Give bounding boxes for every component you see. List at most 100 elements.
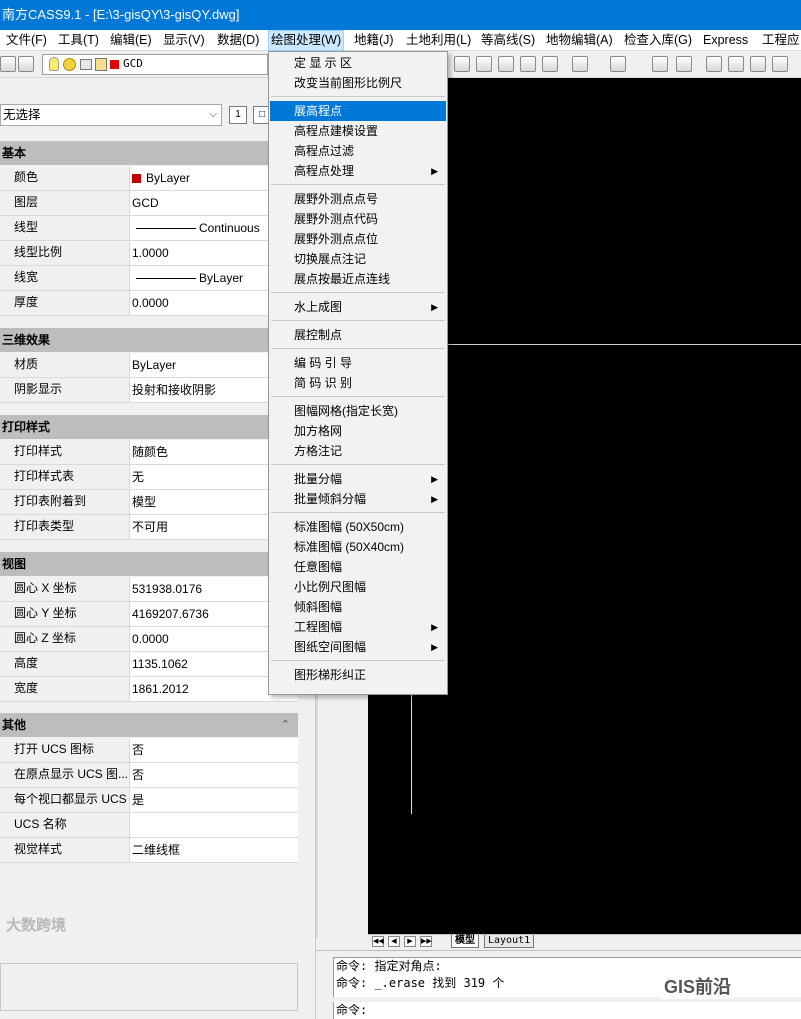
prop-row[interactable]: 高度 1135.1062	[0, 652, 298, 677]
pencil-icon[interactable]	[706, 56, 722, 72]
menu-item[interactable]: 高程点过滤	[270, 141, 446, 161]
menu-item[interactable]: 倾斜图幅	[270, 597, 446, 617]
prop-value[interactable]: 二维线框	[130, 838, 298, 863]
menu-engineering[interactable]: 工程应	[760, 30, 801, 51]
prop-row[interactable]: 打开 UCS 图标否	[0, 738, 298, 763]
menu-cadastre[interactable]: 地籍(J)	[352, 30, 396, 51]
layer-dropdown[interactable]: GCD	[42, 54, 268, 75]
prop-row[interactable]: 厚度 0.0000	[0, 291, 298, 316]
menu-item[interactable]: 标准图幅 (50X40cm)	[270, 537, 446, 557]
menu-contour[interactable]: 等高线(S)	[479, 30, 537, 51]
menu-item[interactable]: 展野外测点点号	[270, 189, 446, 209]
prop-row[interactable]: 图层 GCD	[0, 191, 298, 216]
prop-row[interactable]: 打印表附着到 模型	[0, 490, 298, 515]
layer-manager-icon[interactable]	[0, 56, 16, 72]
menu-item[interactable]: 标准图幅 (50X50cm)	[270, 517, 446, 537]
break-icon[interactable]	[772, 56, 788, 72]
menu-tools[interactable]: 工具(T)	[56, 30, 101, 51]
layer-previous-icon[interactable]	[18, 56, 34, 72]
prop-row[interactable]: 宽度 1861.2012	[0, 677, 298, 702]
menu-item[interactable]: 工程图幅 ▶	[270, 617, 446, 637]
next-tab-icon[interactable]: ▶	[404, 936, 416, 947]
menu-check-import[interactable]: 检查入库(G)	[622, 30, 694, 51]
prop-row[interactable]: 阴影显示 投射和接收阴影	[0, 378, 298, 403]
command-input[interactable]: 命令:	[333, 1002, 801, 1019]
section-other[interactable]: 其他 ⌃	[0, 713, 298, 737]
menu-item[interactable]: 图纸空间图幅 ▶	[270, 637, 446, 657]
prop-value[interactable]: 否	[130, 738, 298, 763]
undo-icon[interactable]	[572, 56, 588, 72]
prop-row[interactable]: 圆心 Y 坐标 4169207.6736	[0, 602, 298, 627]
prop-row[interactable]: 视觉样式 二维线框	[0, 838, 298, 863]
menu-item[interactable]: 水上成图 ▶	[270, 297, 446, 317]
menu-land-use[interactable]: 土地利用(L)	[404, 30, 473, 51]
menu-item[interactable]: 展高程点	[270, 101, 446, 121]
prop-value-text: Continuous	[199, 221, 260, 235]
prev-tab-icon[interactable]: ◀	[388, 936, 400, 947]
menu-data[interactable]: 数据(D)	[215, 30, 261, 51]
rotate-icon[interactable]	[750, 56, 766, 72]
prop-row[interactable]: 打印样式表无	[0, 465, 298, 490]
menu-item[interactable]: 图幅网格(指定长宽)	[270, 401, 446, 421]
prop-row[interactable]: 圆心 X 坐标 531938.0176	[0, 577, 298, 602]
section-3d-effects[interactable]: 三维效果	[0, 328, 298, 352]
zoom-extents-icon[interactable]	[520, 56, 536, 72]
menu-item[interactable]: 展控制点	[270, 325, 446, 345]
prop-row[interactable]: 圆心 Z 坐标 0.0000	[0, 627, 298, 652]
prop-row[interactable]: 打印样式 随颜色	[0, 440, 298, 465]
menu-file[interactable]: 文件(F)	[4, 30, 49, 51]
menu-item[interactable]: 编 码 引 导	[270, 353, 446, 373]
prop-row[interactable]: 材质 ByLayer	[0, 353, 298, 378]
redo-icon[interactable]	[610, 56, 626, 72]
menu-item[interactable]: 方格注记	[270, 441, 446, 461]
menu-item[interactable]: 切换展点注记	[270, 249, 446, 269]
menu-item[interactable]: 批量分幅 ▶	[270, 469, 446, 489]
menu-express[interactable]: Express	[701, 30, 750, 51]
menu-item[interactable]: 改变当前图形比例尺	[270, 73, 446, 93]
last-tab-icon[interactable]: ▶▶	[420, 936, 432, 947]
prop-row[interactable]: 在原点显示 UCS 图... 否	[0, 763, 298, 788]
menu-item[interactable]: 批量倾斜分幅 ▶	[270, 489, 446, 509]
menu-item[interactable]: 展野外测点代码	[270, 209, 446, 229]
menu-view[interactable]: 显示(V)	[161, 30, 207, 51]
prop-value[interactable]: 否	[130, 763, 298, 788]
selection-dropdown[interactable]: 无选择 ⌵	[0, 104, 222, 126]
prop-row[interactable]: 每个视口都显示 UCS 是	[0, 788, 298, 813]
prop-row[interactable]: 打印表类型 不可用	[0, 515, 298, 540]
prop-row[interactable]: UCS 名称	[0, 813, 298, 838]
section-view[interactable]: 视图	[0, 552, 298, 576]
prop-row[interactable]: 颜色 ByLayer	[0, 166, 298, 191]
menu-item[interactable]: 任意图幅	[270, 557, 446, 577]
menu-item[interactable]: 加方格网	[270, 421, 446, 441]
prop-row[interactable]: 线型比例 1.0000	[0, 241, 298, 266]
design-center-icon[interactable]	[676, 56, 692, 72]
tab-layout1[interactable]: Layout1	[484, 935, 535, 948]
prop-row[interactable]: 线型 Continuous	[0, 216, 298, 241]
zoom-window-icon[interactable]	[498, 56, 514, 72]
menu-item[interactable]: 展点按最近点连线	[270, 269, 446, 289]
menu-item[interactable]: 图形梯形纠正	[270, 665, 446, 685]
first-tab-icon[interactable]: ◀◀	[372, 936, 384, 947]
menu-item[interactable]: 高程点处理 ▶	[270, 161, 446, 181]
menu-item[interactable]: 简 码 识 别	[270, 373, 446, 393]
menu-edit[interactable]: 编辑(E)	[108, 30, 154, 51]
section-basic[interactable]: 基本	[0, 141, 298, 165]
menu-item[interactable]: 定 显 示 区	[270, 53, 446, 73]
section-plot-style[interactable]: 打印样式	[0, 415, 298, 439]
menu-item[interactable]: 小比例尺图幅	[270, 577, 446, 597]
match-properties-icon[interactable]	[454, 56, 470, 72]
menu-feature-edit[interactable]: 地物编辑(A)	[544, 30, 615, 51]
prop-row[interactable]: 线宽 ByLayer	[0, 266, 298, 291]
properties-icon[interactable]	[652, 56, 668, 72]
move-icon[interactable]	[728, 56, 744, 72]
zoom-previous-icon[interactable]	[542, 56, 558, 72]
menu-item[interactable]: 高程点建模设置	[270, 121, 446, 141]
toggle-pickadd-button[interactable]: 1	[229, 106, 247, 124]
prop-value[interactable]	[130, 813, 298, 838]
prop-value[interactable]: 是	[130, 788, 298, 813]
tab-model[interactable]: 模型	[451, 935, 479, 948]
menu-item[interactable]: 展野外测点点位	[270, 229, 446, 249]
zoom-realtime-icon[interactable]	[476, 56, 492, 72]
menu-drawing-processing[interactable]: 绘图处理(W)	[268, 30, 345, 51]
collapse-icon[interactable]: ⌃	[281, 713, 290, 737]
